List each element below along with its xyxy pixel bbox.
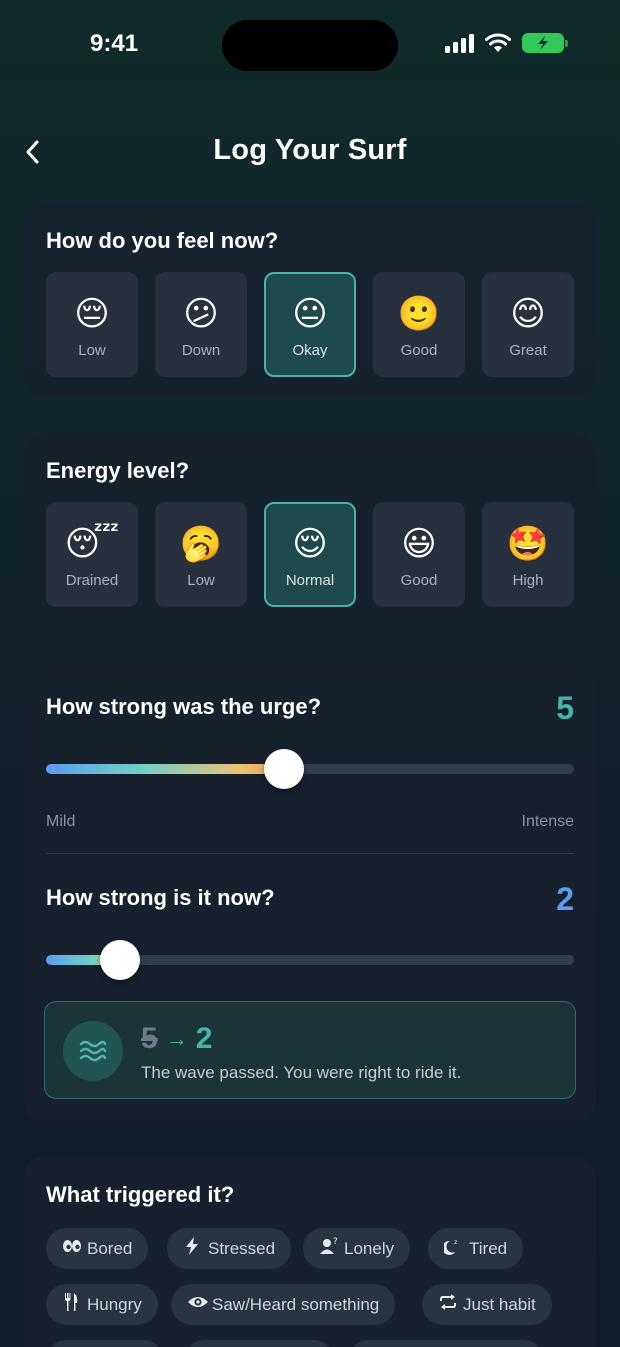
divider xyxy=(46,853,574,854)
energy-option-label: Drained xyxy=(65,572,119,589)
slightly-smiling-face-icon: 🙂 xyxy=(397,295,441,333)
trigger-chip-partial[interactable] xyxy=(46,1340,164,1347)
trigger-chip-stressed[interactable]: Stressed xyxy=(167,1228,292,1269)
moon-zzz-icon: z xyxy=(442,1237,462,1260)
energy-options: 😴 Drained 🥱 Low 😌 Normal 😃 Good 🤩 High xyxy=(46,502,574,607)
energy-option-normal[interactable]: 😌 Normal xyxy=(264,502,356,607)
feel-option-label: Good xyxy=(400,342,438,359)
eyes-icon xyxy=(62,1239,81,1258)
yawning-face-icon: 🥱 xyxy=(179,525,223,563)
page-title: Log Your Surf xyxy=(213,134,407,166)
result-change: 5 → 2 xyxy=(141,1022,212,1056)
eye-icon xyxy=(187,1295,208,1314)
urge-max-label: Intense xyxy=(521,813,574,830)
trigger-chip-just-habit[interactable]: Just habit xyxy=(422,1284,552,1325)
status-time: 9:41 xyxy=(90,30,139,57)
dynamic-island xyxy=(222,20,398,71)
energy-option-good[interactable]: 😃 Good xyxy=(373,502,465,607)
bolt-icon xyxy=(183,1237,201,1260)
energy-card: Energy level? 😴 Drained 🥱 Low 😌 Normal 😃 Goo… xyxy=(24,434,596,626)
trigger-chip-partial[interactable] xyxy=(184,1340,334,1347)
feel-option-okay[interactable]: 😐 Okay xyxy=(264,272,356,377)
sleeping-face-icon: 😴 xyxy=(64,525,120,563)
trigger-chip-tired[interactable]: z Tired xyxy=(428,1228,524,1269)
urge-slider-thumb[interactable] xyxy=(263,749,304,789)
now-slider[interactable] xyxy=(46,940,574,980)
waves-icon xyxy=(63,1021,123,1081)
energy-option-low[interactable]: 🥱 Low xyxy=(155,502,247,607)
now-value: 2 xyxy=(556,881,574,917)
neutral-face-icon: 😐 xyxy=(292,295,328,333)
svg-text:z: z xyxy=(454,1239,457,1246)
energy-option-label: High xyxy=(512,572,544,589)
feel-option-good[interactable]: 🙂 Good xyxy=(373,272,465,377)
chip-label: Saw/Heard something xyxy=(212,1294,380,1314)
smiling-face-icon: 😊 xyxy=(510,295,546,333)
trigger-chip-lonely[interactable]: ? Lonely xyxy=(303,1228,411,1269)
feel-option-label: Down xyxy=(181,342,221,359)
energy-option-high[interactable]: 🤩 High xyxy=(482,502,574,607)
feel-title: How do you feel now? xyxy=(46,228,279,253)
wifi-icon xyxy=(485,33,511,52)
svg-text:?: ? xyxy=(333,1237,338,1247)
relieved-face-icon: 😌 xyxy=(292,525,328,563)
result-to: 2 xyxy=(195,1022,213,1055)
now-title: How strong is it now? xyxy=(46,885,275,910)
result-box: 5 → 2 The wave passed. You were right to… xyxy=(44,1001,576,1099)
triggers-card: What triggered it? Bored Stressed ? Lone… xyxy=(24,1156,596,1347)
now-slider-thumb[interactable] xyxy=(99,940,140,980)
pensive-face-icon: 😔 xyxy=(74,295,110,333)
urge-value: 5 xyxy=(556,690,574,726)
feel-option-label: Low xyxy=(78,342,106,359)
trigger-chip-bored[interactable]: Bored xyxy=(46,1228,149,1269)
feel-option-label: Okay xyxy=(292,342,328,359)
cellular-signal-icon xyxy=(445,33,474,53)
energy-option-label: Good xyxy=(400,572,438,589)
battery-charging-icon xyxy=(522,33,568,53)
feel-option-great[interactable]: 😊 Great xyxy=(482,272,574,377)
trigger-chip-partial[interactable] xyxy=(348,1340,544,1347)
chip-label: Stressed xyxy=(208,1238,276,1258)
urge-title: How strong was the urge? xyxy=(46,694,322,719)
trigger-chip-saw-heard[interactable]: Saw/Heard something xyxy=(171,1284,396,1325)
energy-option-label: Low xyxy=(187,572,215,589)
fork-knife-icon xyxy=(62,1293,80,1316)
chip-label: Hungry xyxy=(87,1294,142,1314)
urge-min-label: Mild xyxy=(46,813,76,830)
feel-option-label: Great xyxy=(509,342,547,359)
energy-title: Energy level? xyxy=(46,458,190,483)
person-question-icon: ? xyxy=(319,1237,338,1260)
status-bar: 9:41 xyxy=(0,0,620,90)
trigger-chip-hungry[interactable]: Hungry xyxy=(46,1284,158,1325)
urge-slider[interactable] xyxy=(46,749,574,789)
chip-label: Bored xyxy=(87,1238,133,1258)
urge-slider-fill xyxy=(46,764,284,774)
feel-card: How do you feel now? 😔 Low 😕 Down 😐 Okay 🙂 G… xyxy=(24,204,596,396)
star-struck-face-icon: 🤩 xyxy=(506,525,550,563)
status-icons xyxy=(445,33,568,53)
chip-label: Lonely xyxy=(344,1238,395,1258)
result-from: 5 xyxy=(141,1022,158,1055)
chip-label: Tired xyxy=(469,1238,508,1258)
confused-face-icon: 😕 xyxy=(183,295,219,333)
feel-option-low[interactable]: 😔 Low xyxy=(46,272,138,377)
urge-card: How strong was the urge? 5 Mild Intense … xyxy=(24,662,596,1122)
repeat-icon xyxy=(438,1294,456,1315)
grinning-face-icon: 😃 xyxy=(401,525,437,563)
feel-option-down[interactable]: 😕 Down xyxy=(155,272,247,377)
energy-option-label: Normal xyxy=(285,572,335,589)
header: Log Your Surf xyxy=(0,122,620,182)
triggers-title: What triggered it? xyxy=(46,1182,235,1207)
result-message: The wave passed. You were right to ride … xyxy=(141,1063,462,1082)
chip-label: Just habit xyxy=(463,1294,536,1314)
energy-option-drained[interactable]: 😴 Drained xyxy=(46,502,138,607)
arrow-right-icon: → xyxy=(165,1026,188,1051)
feel-options: 😔 Low 😕 Down 😐 Okay 🙂 Good 😊 Great xyxy=(46,272,574,377)
